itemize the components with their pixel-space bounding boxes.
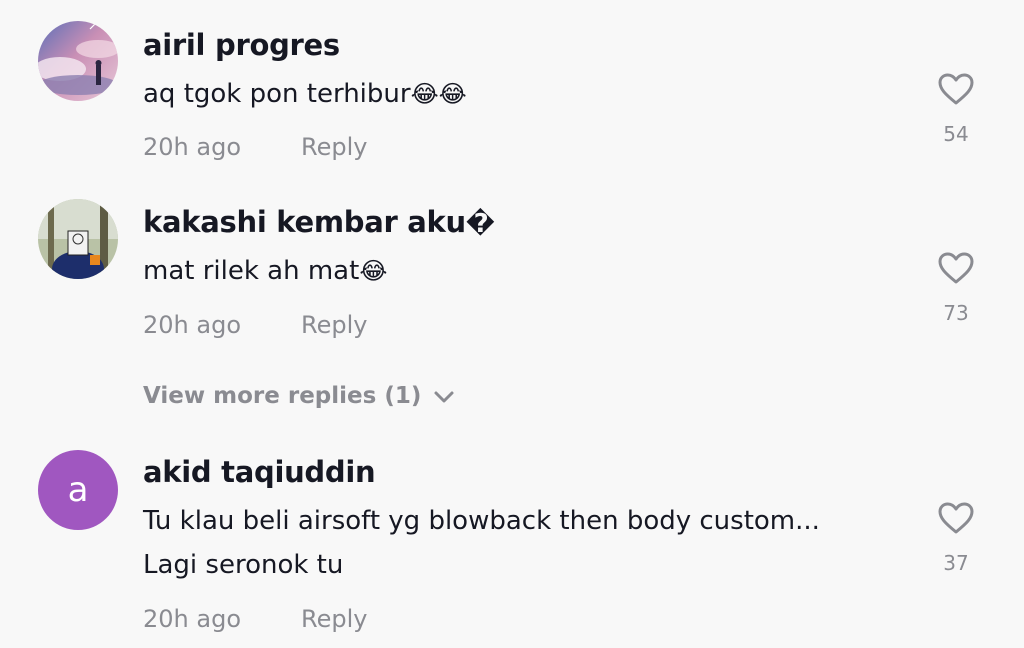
like-count: 54 [943,122,969,146]
heart-outline-icon [938,252,974,284]
username-text: kakashi kembar aku [143,205,466,239]
comment-text: Tu klau beli airsoft yg blowback then bo… [143,499,820,587]
reply-button[interactable]: Reply [301,133,367,161]
avatar[interactable] [38,199,118,279]
heart-outline-icon [938,73,974,105]
timestamp: 20h ago [143,311,242,339]
like-count: 73 [943,301,969,325]
comment-text-body: mat rilek ah mat [143,256,360,286]
like-button[interactable]: 37 [930,501,982,575]
comment-text: aq tgok pon terhibur😂😂 [143,72,467,116]
username[interactable]: kakashi kembar aku� [143,205,495,239]
timestamp: 20h ago [143,133,242,161]
comment-text-line: Tu klau beli airsoft yg blowback then bo… [143,506,820,536]
avatar-letter: a [67,470,89,510]
reply-button[interactable]: Reply [301,605,367,633]
username[interactable]: airil progres [143,28,340,62]
username[interactable]: akid taqiuddin [143,455,376,489]
view-more-replies-label: View more replies (1) [143,383,422,409]
emoji-laughing: 😂😂 [410,80,467,108]
avatar-image [38,199,118,279]
avatar-image [38,21,118,101]
heart-outline-icon [938,502,974,534]
view-more-replies-button[interactable]: View more replies (1) [143,383,455,409]
emoji-laughing: 😂 [359,257,388,285]
avatar[interactable] [38,21,118,101]
comment-text-line: Lagi seronok tu [143,550,344,580]
comment-text: mat rilek ah mat😂 [143,249,387,293]
chevron-down-icon [434,391,454,402]
reply-button[interactable]: Reply [301,311,367,339]
comment-meta: 20h ago Reply [143,311,367,339]
comment-text-body: aq tgok pon terhibur [143,79,411,109]
avatar[interactable]: a [38,450,118,530]
comment-meta: 20h ago Reply [143,605,367,633]
comment-meta: 20h ago Reply [143,133,367,161]
like-count: 37 [943,551,969,575]
like-button[interactable]: 54 [930,72,982,146]
like-button[interactable]: 73 [930,251,982,325]
timestamp: 20h ago [143,605,242,633]
username-missing-glyph: � [465,209,495,239]
